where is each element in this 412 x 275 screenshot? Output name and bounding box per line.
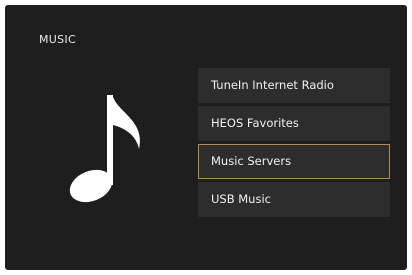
- menu-item-label: Music Servers: [211, 154, 292, 168]
- music-note-icon: [69, 95, 140, 203]
- menu-item-usb-music[interactable]: USB Music: [198, 182, 390, 217]
- source-menu: TuneIn Internet Radio HEOS Favorites Mus…: [198, 68, 390, 220]
- music-panel: MUSIC TuneIn Internet Radio HEOS Favorit…: [5, 5, 407, 270]
- menu-item-label: HEOS Favorites: [211, 116, 299, 130]
- menu-item-label: TuneIn Internet Radio: [211, 78, 334, 92]
- menu-item-tunein-internet-radio[interactable]: TuneIn Internet Radio: [198, 68, 390, 103]
- menu-item-music-servers[interactable]: Music Servers: [198, 144, 390, 179]
- screen: MUSIC TuneIn Internet Radio HEOS Favorit…: [0, 0, 412, 275]
- menu-item-heos-favorites[interactable]: HEOS Favorites: [198, 106, 390, 141]
- menu-item-label: USB Music: [211, 192, 271, 206]
- page-title: MUSIC: [39, 33, 76, 46]
